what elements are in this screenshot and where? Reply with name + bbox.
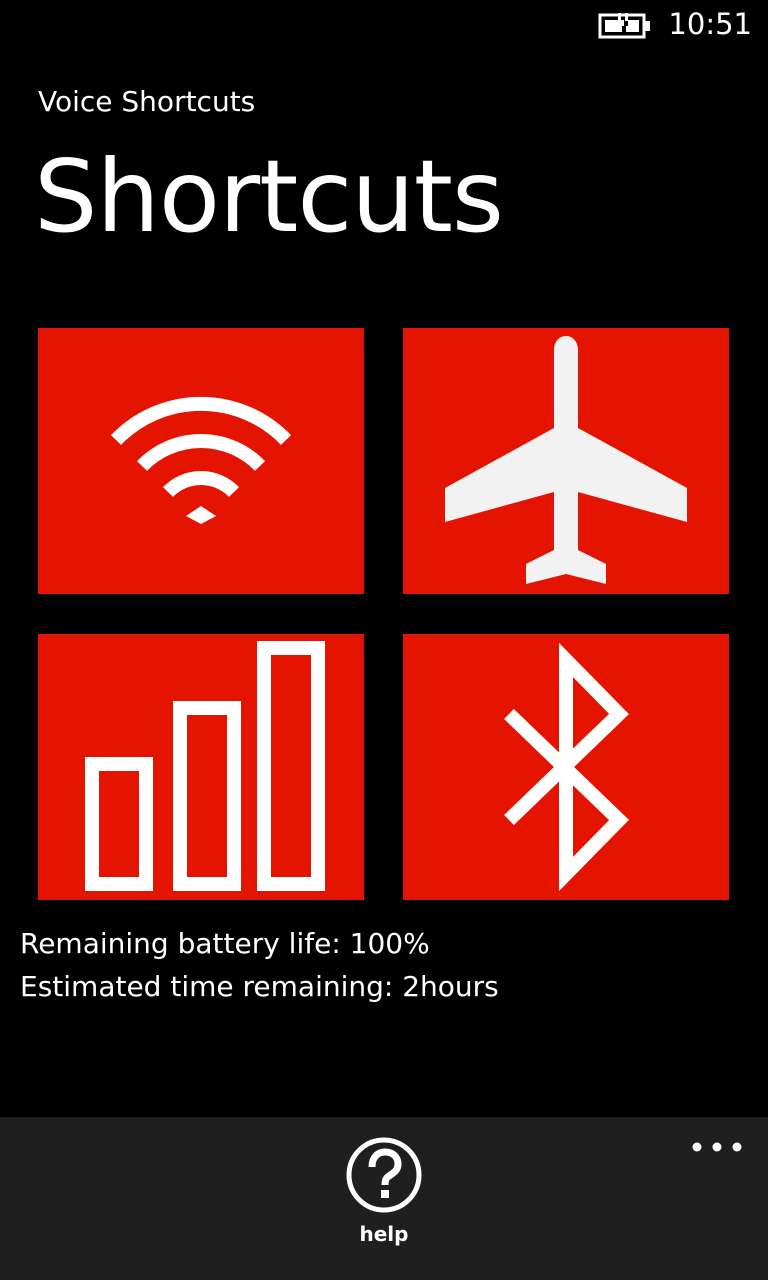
help-icon [346,1137,422,1213]
battery-charging-icon [598,12,652,40]
airplane-mode-tile[interactable] [403,328,729,594]
status-clock: 10:51 [668,7,752,41]
cellular-tile[interactable] [38,634,364,900]
more-icon [692,1142,742,1152]
airplane-icon [445,336,687,584]
time-remaining-text: Estimated time remaining: 2hours [20,970,499,1003]
page-title: Shortcuts [34,138,504,255]
battery-life-text: Remaining battery life: 100% [20,927,430,960]
bluetooth-icon [504,642,629,892]
app-name: Voice Shortcuts [38,85,256,118]
wifi-tile[interactable] [38,328,364,594]
help-label: help [359,1222,409,1246]
signal-bars-icon [85,641,325,891]
status-bar: 10:51 [0,0,768,48]
wifi-icon [110,396,292,524]
more-button[interactable] [690,1123,744,1157]
bluetooth-tile[interactable] [403,634,729,900]
help-button[interactable]: help [344,1135,424,1265]
app-bar: help [0,1117,768,1280]
